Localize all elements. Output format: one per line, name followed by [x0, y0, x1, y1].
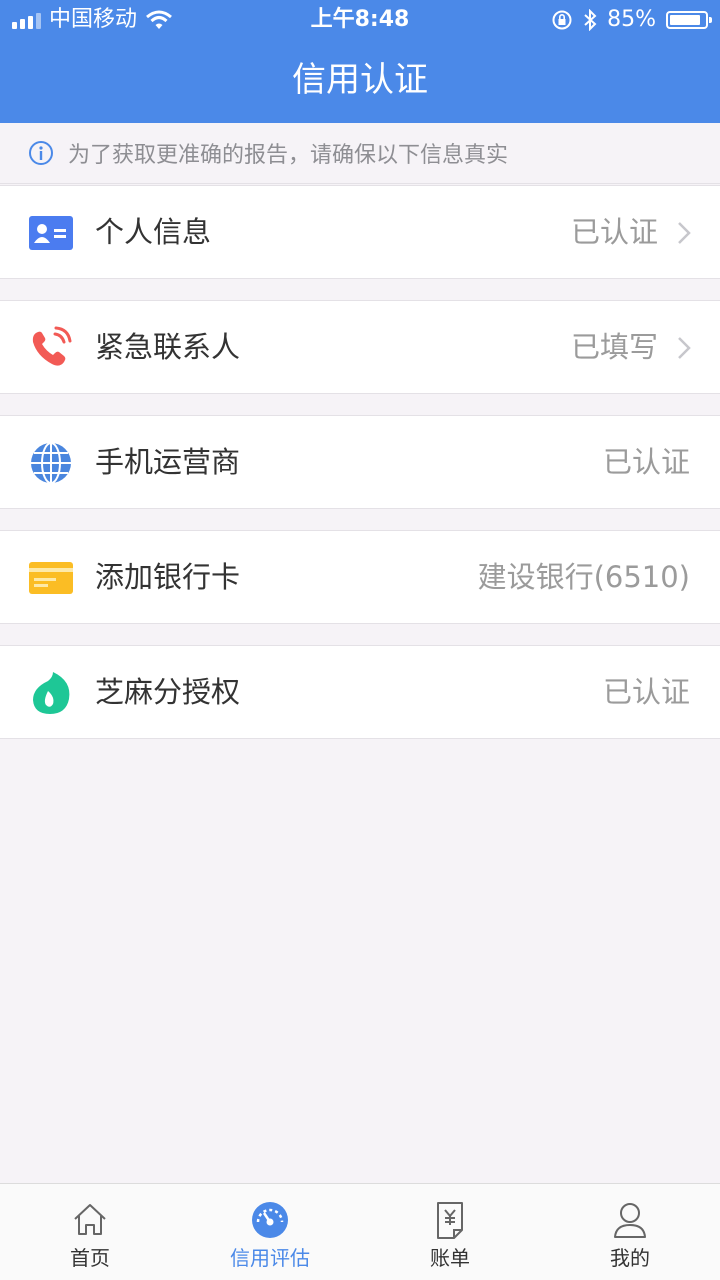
row-label: 个人信息	[95, 215, 212, 249]
rotation-lock-icon	[552, 10, 572, 30]
row-status: 建设银行(6510)	[477, 560, 690, 594]
info-icon	[29, 141, 53, 165]
row-status: 已填写	[570, 330, 658, 364]
emergency-contact-row[interactable]: 紧急联系人 已填写	[0, 300, 720, 394]
notice-text: 为了获取更准确的报告，请确保以下信息真实	[68, 143, 509, 168]
user-icon	[614, 1203, 646, 1238]
row-label: 紧急联系人	[95, 330, 241, 364]
id-card-icon	[29, 216, 73, 250]
top-bar: 中国移动 上午8:48 85% 信用认证	[0, 0, 720, 123]
bluetooth-icon	[584, 9, 597, 31]
row-label: 手机运营商	[95, 445, 241, 479]
personal-info-row[interactable]: 个人信息 已认证	[0, 185, 720, 279]
row-status: 已认证	[602, 675, 690, 709]
sesame-icon	[33, 672, 70, 714]
phone-icon	[32, 326, 72, 366]
tab-label: 首页	[70, 1246, 110, 1270]
tab-bill[interactable]: 账单	[360, 1184, 540, 1280]
mobile-carrier-row[interactable]: 手机运营商 已认证	[0, 415, 720, 509]
tab-label: 账单	[430, 1246, 470, 1270]
row-label: 添加银行卡	[95, 560, 241, 594]
home-icon	[74, 1204, 106, 1235]
tab-home[interactable]: 首页	[0, 1184, 180, 1280]
tab-credit-assessment[interactable]: 信用评估	[180, 1184, 360, 1280]
tab-label: 信用评估	[230, 1246, 310, 1270]
page-title: 信用认证	[292, 60, 428, 100]
notice-bar: 为了获取更准确的报告，请确保以下信息真实	[0, 123, 720, 184]
bank-card-icon	[29, 562, 73, 594]
gauge-icon	[252, 1202, 288, 1238]
chevron-right-icon	[678, 222, 691, 244]
sesame-credit-row[interactable]: 芝麻分授权 已认证	[0, 645, 720, 739]
tab-mine[interactable]: 我的	[540, 1184, 720, 1280]
bank-card-row[interactable]: 添加银行卡 建设银行(6510)	[0, 530, 720, 624]
row-status: 已认证	[570, 215, 658, 249]
tab-bar: 首页 信用评估 账单 我的	[0, 1183, 720, 1280]
battery-icon	[666, 11, 712, 29]
battery-percent: 85%	[607, 7, 656, 32]
row-label: 芝麻分授权	[95, 675, 241, 709]
row-status: 已认证	[602, 445, 690, 479]
status-bar: 中国移动 上午8:48 85%	[0, 0, 720, 40]
tab-label: 我的	[610, 1246, 650, 1270]
chevron-right-icon	[678, 337, 691, 359]
globe-icon	[31, 442, 71, 484]
bill-icon	[437, 1202, 463, 1239]
